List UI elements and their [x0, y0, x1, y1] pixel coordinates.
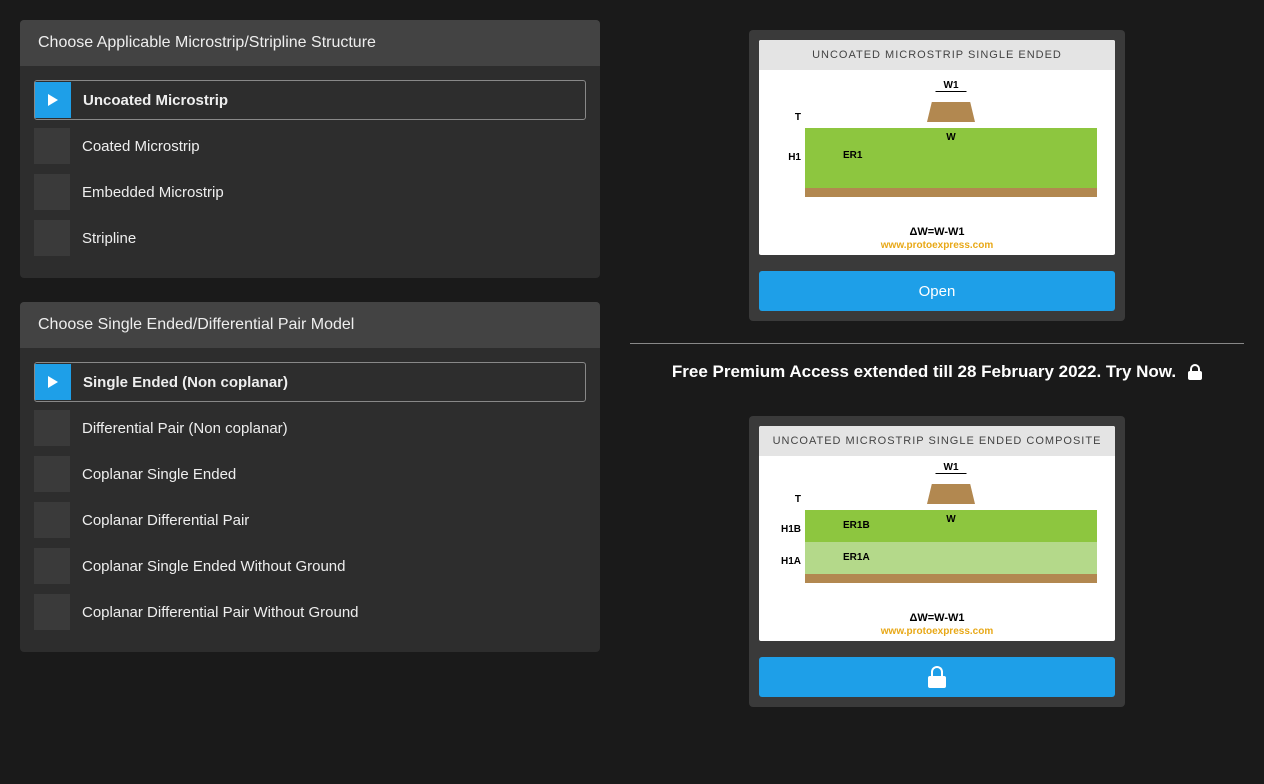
option-stripline[interactable]: Stripline [34, 218, 586, 258]
diagram-1-title: UNCOATED MICROSTRIP SINGLE ENDED [759, 40, 1115, 70]
website-label: www.protoexpress.com [759, 240, 1115, 251]
option-box-icon [34, 128, 70, 164]
option-box-icon [34, 548, 70, 584]
option-embedded-microstrip[interactable]: Embedded Microstrip [34, 172, 586, 212]
option-box-icon [34, 594, 70, 630]
option-coplanar-diff-no-gnd[interactable]: Coplanar Differential Pair Without Groun… [34, 592, 586, 632]
option-coplanar-single[interactable]: Coplanar Single Ended [34, 454, 586, 494]
structure-panel-title: Choose Applicable Microstrip/Stripline S… [20, 20, 600, 66]
er1a-label: ER1A [843, 552, 870, 563]
er1b-label: ER1B [843, 520, 870, 531]
open-button[interactable]: Open [759, 271, 1115, 311]
option-box-icon [34, 456, 70, 492]
w1-label: W1 [936, 80, 967, 92]
arrow-icon [35, 364, 71, 400]
structure-panel: Choose Applicable Microstrip/Stripline S… [20, 20, 600, 278]
website-label: www.protoexpress.com [759, 626, 1115, 637]
er1-label: ER1 [843, 150, 862, 161]
option-box-icon [34, 502, 70, 538]
h1-label: H1 [777, 152, 801, 163]
t-label: T [777, 494, 801, 505]
diagram-2: UNCOATED MICROSTRIP SINGLE ENDED COMPOSI… [759, 426, 1115, 641]
w-label: W [946, 514, 955, 525]
diagram-card-2: UNCOATED MICROSTRIP SINGLE ENDED COMPOSI… [749, 416, 1125, 707]
w-label: W [946, 132, 955, 143]
option-diff-pair[interactable]: Differential Pair (Non coplanar) [34, 408, 586, 448]
option-uncoated-microstrip[interactable]: Uncoated Microstrip [34, 80, 586, 120]
diagram-2-title: UNCOATED MICROSTRIP SINGLE ENDED COMPOSI… [759, 426, 1115, 456]
option-single-ended[interactable]: Single Ended (Non coplanar) [34, 362, 586, 402]
option-box-icon [34, 220, 70, 256]
t-label: T [777, 112, 801, 123]
trace-shape [927, 102, 975, 122]
option-box-icon [34, 410, 70, 446]
promo-text: Free Premium Access extended till 28 Feb… [672, 362, 1176, 382]
delta-w-label: ΔW=W-W1 [759, 612, 1115, 624]
h1b-label: H1B [777, 524, 801, 535]
delta-w-label: ΔW=W-W1 [759, 226, 1115, 238]
lock-icon [1188, 364, 1202, 380]
h1a-label: H1A [777, 556, 801, 567]
option-coated-microstrip[interactable]: Coated Microstrip [34, 126, 586, 166]
diagram-card-1: UNCOATED MICROSTRIP SINGLE ENDED T H1 W1… [749, 30, 1125, 321]
model-panel-title: Choose Single Ended/Differential Pair Mo… [20, 302, 600, 348]
divider [630, 343, 1244, 344]
promo-banner[interactable]: Free Premium Access extended till 28 Feb… [672, 362, 1202, 382]
model-panel: Choose Single Ended/Differential Pair Mo… [20, 302, 600, 652]
locked-button[interactable] [759, 657, 1115, 697]
lock-icon [928, 666, 946, 688]
option-coplanar-diff[interactable]: Coplanar Differential Pair [34, 500, 586, 540]
trace-shape [927, 484, 975, 504]
arrow-icon [35, 82, 71, 118]
diagram-1: UNCOATED MICROSTRIP SINGLE ENDED T H1 W1… [759, 40, 1115, 255]
option-coplanar-single-no-gnd[interactable]: Coplanar Single Ended Without Ground [34, 546, 586, 586]
w1-label: W1 [936, 462, 967, 474]
option-box-icon [34, 174, 70, 210]
